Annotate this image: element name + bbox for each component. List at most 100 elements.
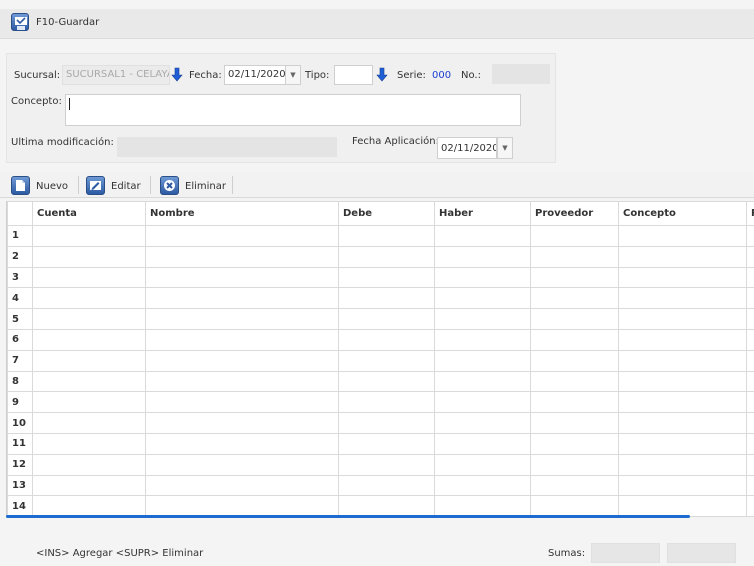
table-cell[interactable] xyxy=(434,432,531,455)
fecha-field[interactable]: 02/11/2020 xyxy=(224,65,286,85)
table-cell[interactable] xyxy=(338,391,435,414)
table-cell[interactable] xyxy=(530,266,619,289)
table-cell[interactable] xyxy=(32,349,146,372)
table-cell[interactable] xyxy=(32,287,146,310)
table-cell[interactable] xyxy=(618,287,747,310)
table-cell[interactable] xyxy=(145,391,339,414)
table-cell[interactable] xyxy=(618,349,747,372)
table-row[interactable]: 8 xyxy=(7,370,754,393)
table-cell[interactable] xyxy=(32,328,146,351)
table-cell[interactable] xyxy=(338,453,435,476)
table-cell[interactable] xyxy=(145,495,339,517)
save-button-label[interactable]: F10-Guardar xyxy=(36,17,99,28)
table-cell[interactable] xyxy=(338,225,435,247)
table-cell[interactable] xyxy=(746,432,754,455)
table-cell[interactable] xyxy=(746,453,754,476)
column-header-r[interactable]: R xyxy=(746,201,754,226)
table-cell[interactable] xyxy=(338,349,435,372)
table-cell[interactable] xyxy=(145,370,339,393)
table-row[interactable]: 7 xyxy=(7,349,754,372)
table-cell[interactable] xyxy=(746,308,754,330)
table-cell[interactable] xyxy=(32,495,146,517)
table-cell[interactable] xyxy=(530,474,619,497)
table-cell[interactable] xyxy=(530,432,619,455)
table-cell[interactable] xyxy=(618,391,747,414)
sucursal-field[interactable]: SUCURSAL1 - CELAYA xyxy=(62,65,170,85)
table-cell[interactable] xyxy=(618,266,747,289)
concepto-field[interactable] xyxy=(65,94,521,126)
table-cell[interactable] xyxy=(434,453,531,476)
table-cell[interactable] xyxy=(32,266,146,289)
table-cell[interactable] xyxy=(145,474,339,497)
table-row[interactable]: 9 xyxy=(7,391,754,414)
table-cell[interactable] xyxy=(145,349,339,372)
table-row[interactable]: 5 xyxy=(7,308,754,330)
fecha-aplicacion-field[interactable]: 02/11/2020 xyxy=(437,137,497,159)
table-row[interactable]: 14 xyxy=(7,495,754,517)
table-cell[interactable] xyxy=(530,225,619,247)
table-cell[interactable] xyxy=(618,370,747,393)
table-row[interactable]: 11 xyxy=(7,432,754,455)
table-cell[interactable] xyxy=(746,328,754,351)
column-header-cuenta[interactable]: Cuenta xyxy=(32,201,146,226)
table-cell[interactable] xyxy=(32,308,146,330)
fecha-aplicacion-dropdown-icon[interactable]: ▼ xyxy=(497,137,513,159)
table-cell[interactable] xyxy=(338,266,435,289)
table-cell[interactable] xyxy=(145,412,339,434)
table-cell[interactable] xyxy=(145,287,339,310)
save-icon[interactable] xyxy=(11,13,29,31)
column-header-proveedor[interactable]: Proveedor xyxy=(530,201,619,226)
table-cell[interactable] xyxy=(338,308,435,330)
table-cell[interactable] xyxy=(338,432,435,455)
table-cell[interactable] xyxy=(338,495,435,517)
table-cell[interactable] xyxy=(434,225,531,247)
table-cell[interactable] xyxy=(618,474,747,497)
table-row[interactable]: 10 xyxy=(7,412,754,434)
table-cell[interactable] xyxy=(746,495,754,517)
table-cell[interactable] xyxy=(746,370,754,393)
table-cell[interactable] xyxy=(434,287,531,310)
table-cell[interactable] xyxy=(32,432,146,455)
table-cell[interactable] xyxy=(32,370,146,393)
table-cell[interactable] xyxy=(32,474,146,497)
table-cell[interactable] xyxy=(434,328,531,351)
table-cell[interactable] xyxy=(32,412,146,434)
nuevo-button[interactable]: Nuevo xyxy=(36,181,68,192)
table-cell[interactable] xyxy=(338,474,435,497)
table-row[interactable]: 12 xyxy=(7,453,754,476)
table-cell[interactable] xyxy=(530,349,619,372)
column-header-concepto[interactable]: Concepto xyxy=(618,201,747,226)
table-cell[interactable] xyxy=(145,266,339,289)
table-cell[interactable] xyxy=(530,370,619,393)
eliminar-button[interactable]: Eliminar xyxy=(185,181,226,192)
table-cell[interactable] xyxy=(32,391,146,414)
table-cell[interactable] xyxy=(618,328,747,351)
table-row[interactable]: 2 xyxy=(7,245,754,268)
table-cell[interactable] xyxy=(434,391,531,414)
table-row[interactable]: 3 xyxy=(7,266,754,289)
column-header-nombre[interactable]: Nombre xyxy=(145,201,339,226)
table-cell[interactable] xyxy=(746,349,754,372)
table-cell[interactable] xyxy=(618,308,747,330)
table-cell[interactable] xyxy=(32,245,146,268)
table-cell[interactable] xyxy=(338,328,435,351)
table-cell[interactable] xyxy=(338,287,435,310)
table-cell[interactable] xyxy=(618,453,747,476)
horizontal-scrollbar[interactable] xyxy=(6,515,690,518)
table-cell[interactable] xyxy=(145,308,339,330)
table-cell[interactable] xyxy=(32,225,146,247)
table-cell[interactable] xyxy=(746,412,754,434)
table-cell[interactable] xyxy=(530,245,619,268)
table-cell[interactable] xyxy=(530,412,619,434)
table-cell[interactable] xyxy=(746,245,754,268)
table-row[interactable]: 1 xyxy=(7,225,754,247)
fecha-dropdown-icon[interactable]: ▼ xyxy=(285,65,301,85)
table-cell[interactable] xyxy=(32,453,146,476)
table-row[interactable]: 6 xyxy=(7,328,754,351)
table-cell[interactable] xyxy=(338,245,435,268)
tipo-lookup-arrow-icon[interactable] xyxy=(375,66,389,84)
table-cell[interactable] xyxy=(530,391,619,414)
no-field[interactable] xyxy=(492,64,550,84)
table-cell[interactable] xyxy=(434,308,531,330)
table-cell[interactable] xyxy=(618,495,747,517)
